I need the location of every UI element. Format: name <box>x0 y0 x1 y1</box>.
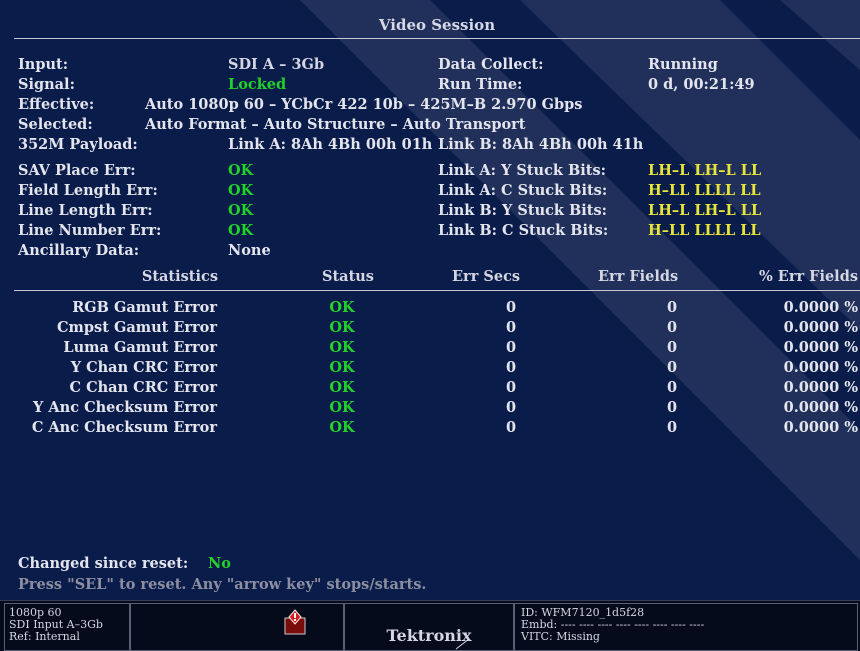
stat-pct-err-fields: 0.0000 % <box>783 399 858 416</box>
input-value: SDI A – 3Gb <box>228 56 325 73</box>
line-number-err-label: Line Number Err: <box>18 222 162 239</box>
stat-status: OK <box>329 399 355 416</box>
stat-err-secs: 0 <box>505 359 517 376</box>
stat-err-fields: 0 <box>666 399 678 416</box>
data-collect-value: Running <box>648 56 718 73</box>
link-b-c-stuck-value: H–LL LLLL LL <box>648 222 761 239</box>
stat-status: OK <box>329 359 355 376</box>
field-length-err-label: Field Length Err: <box>18 182 158 199</box>
ancillary-data-value: None <box>228 242 271 259</box>
stat-err-fields: 0 <box>666 339 678 356</box>
run-time-label: Run Time: <box>438 76 523 93</box>
stat-status: OK <box>329 339 355 356</box>
stat-name: Y Chan CRC Error <box>70 359 217 376</box>
alarm-box <box>130 603 344 651</box>
link-b-y-stuck-label: Link B: Y Stuck Bits: <box>438 202 608 219</box>
table-row: C Anc Checksum Error OK 0 0 0.0000 % <box>0 419 860 439</box>
stat-pct-err-fields: 0.0000 % <box>783 339 858 356</box>
stat-err-secs: 0 <box>505 319 517 336</box>
line-number-err-value: OK <box>228 222 254 239</box>
payload-link-b: Link B: 8Ah 4Bh 00h 41h <box>438 136 644 153</box>
stat-name: Y Anc Checksum Error <box>33 399 217 416</box>
link-a-y-stuck-label: Link A: Y Stuck Bits: <box>438 162 607 179</box>
vitc-status-text: VITC: Missing <box>521 630 600 643</box>
resize-mark-icon <box>455 638 470 650</box>
stat-err-fields: 0 <box>666 319 678 336</box>
alarm-icon[interactable] <box>282 608 308 636</box>
payload-link-a: Link A: 8Ah 4Bh 00h 01h <box>228 136 433 153</box>
stat-err-fields: 0 <box>666 299 678 316</box>
line-length-err-value: OK <box>228 202 254 219</box>
statistics-table-header: Statistics Status Err Secs Err Fields % … <box>14 268 860 291</box>
field-length-err-value: OK <box>228 182 254 199</box>
stat-err-secs: 0 <box>505 419 517 436</box>
device-id-text: ID: WFM7120_1d5f28 <box>521 606 645 619</box>
changed-since-reset-label: Changed since reset: <box>18 555 189 572</box>
link-a-c-stuck-value: H–LL LLLL LL <box>648 182 761 199</box>
stat-err-secs: 0 <box>505 299 517 316</box>
stat-status: OK <box>329 379 355 396</box>
stat-name: RGB Gamut Error <box>72 299 217 316</box>
changed-since-reset-value: No <box>208 555 231 572</box>
stat-name: Luma Gamut Error <box>63 339 217 356</box>
reset-hint: Press "SEL" to reset. Any "arrow key" st… <box>18 576 427 593</box>
col-header-statistics: Statistics <box>141 268 218 285</box>
line-length-err-label: Line Length Err: <box>18 202 153 219</box>
run-time-value: 0 d, 00:21:49 <box>648 76 755 93</box>
col-header-err-secs: Err Secs <box>452 268 521 285</box>
stat-status: OK <box>329 319 355 336</box>
table-row: C Chan CRC Error OK 0 0 0.0000 % <box>0 379 860 399</box>
sav-place-err-value: OK <box>228 162 254 179</box>
selected-label: Selected: <box>18 116 93 133</box>
panel-title: Video Session <box>14 12 860 39</box>
stat-err-secs: 0 <box>505 399 517 416</box>
video-session-panel: Video Session Input: SDI A – 3Gb Data Co… <box>0 0 860 600</box>
stat-err-fields: 0 <box>666 379 678 396</box>
input-label: Input: <box>18 56 69 73</box>
sav-place-err-label: SAV Place Err: <box>18 162 136 179</box>
stat-pct-err-fields: 0.0000 % <box>783 319 858 336</box>
link-b-c-stuck-label: Link B: C Stuck Bits: <box>438 222 609 239</box>
link-a-y-stuck-value: LH–L LH–L LL <box>648 162 762 179</box>
stat-pct-err-fields: 0.0000 % <box>783 379 858 396</box>
stat-name: C Anc Checksum Error <box>31 419 217 436</box>
stat-pct-err-fields: 0.0000 % <box>783 299 858 316</box>
data-collect-label: Data Collect: <box>438 56 544 73</box>
table-row: Y Anc Checksum Error OK 0 0 0.0000 % <box>0 399 860 419</box>
table-row: Y Chan CRC Error OK 0 0 0.0000 % <box>0 359 860 379</box>
effective-value: Auto 1080p 60 – YCbCr 422 10b – 425M–B 2… <box>145 96 583 113</box>
input-status-box: 1080p 60 SDI Input A–3Gb Ref: Internal <box>4 603 130 651</box>
ref-text: Ref: Internal <box>9 630 80 643</box>
selected-value: Auto Format – Auto Structure – Auto Tran… <box>145 116 526 133</box>
col-header-status: Status <box>322 268 374 285</box>
col-header-pct-err-fields: % Err Fields <box>758 268 858 285</box>
device-info-box: ID: WFM7120_1d5f28 Embd: ---- ---- ---- … <box>514 603 858 651</box>
stat-err-fields: 0 <box>666 419 678 436</box>
link-a-c-stuck-label: Link A: C Stuck Bits: <box>438 182 608 199</box>
ancillary-data-label: Ancillary Data: <box>18 242 140 259</box>
stat-err-secs: 0 <box>505 339 517 356</box>
stat-err-fields: 0 <box>666 359 678 376</box>
format-text: 1080p 60 <box>9 606 62 619</box>
status-bar: 1080p 60 SDI Input A–3Gb Ref: Internal T… <box>0 600 860 651</box>
stat-status: OK <box>329 419 355 436</box>
link-b-y-stuck-value: LH–L LH–L LL <box>648 202 762 219</box>
table-row: Luma Gamut Error OK 0 0 0.0000 % <box>0 339 860 359</box>
col-header-err-fields: Err Fields <box>598 268 679 285</box>
table-row: Cmpst Gamut Error OK 0 0 0.0000 % <box>0 319 860 339</box>
table-row: RGB Gamut Error OK 0 0 0.0000 % <box>0 299 860 319</box>
stat-pct-err-fields: 0.0000 % <box>783 359 858 376</box>
stat-status: OK <box>329 299 355 316</box>
stat-name: Cmpst Gamut Error <box>57 319 217 336</box>
signal-value: Locked <box>228 76 287 93</box>
brand-box: Tektronix <box>344 603 514 651</box>
stat-name: C Chan CRC Error <box>69 379 217 396</box>
payload-label: 352M Payload: <box>18 136 138 153</box>
effective-label: Effective: <box>18 96 95 113</box>
stat-err-secs: 0 <box>505 379 517 396</box>
tektronix-logo: Tektronix <box>386 626 472 645</box>
signal-label: Signal: <box>18 76 75 93</box>
stat-pct-err-fields: 0.0000 % <box>783 419 858 436</box>
